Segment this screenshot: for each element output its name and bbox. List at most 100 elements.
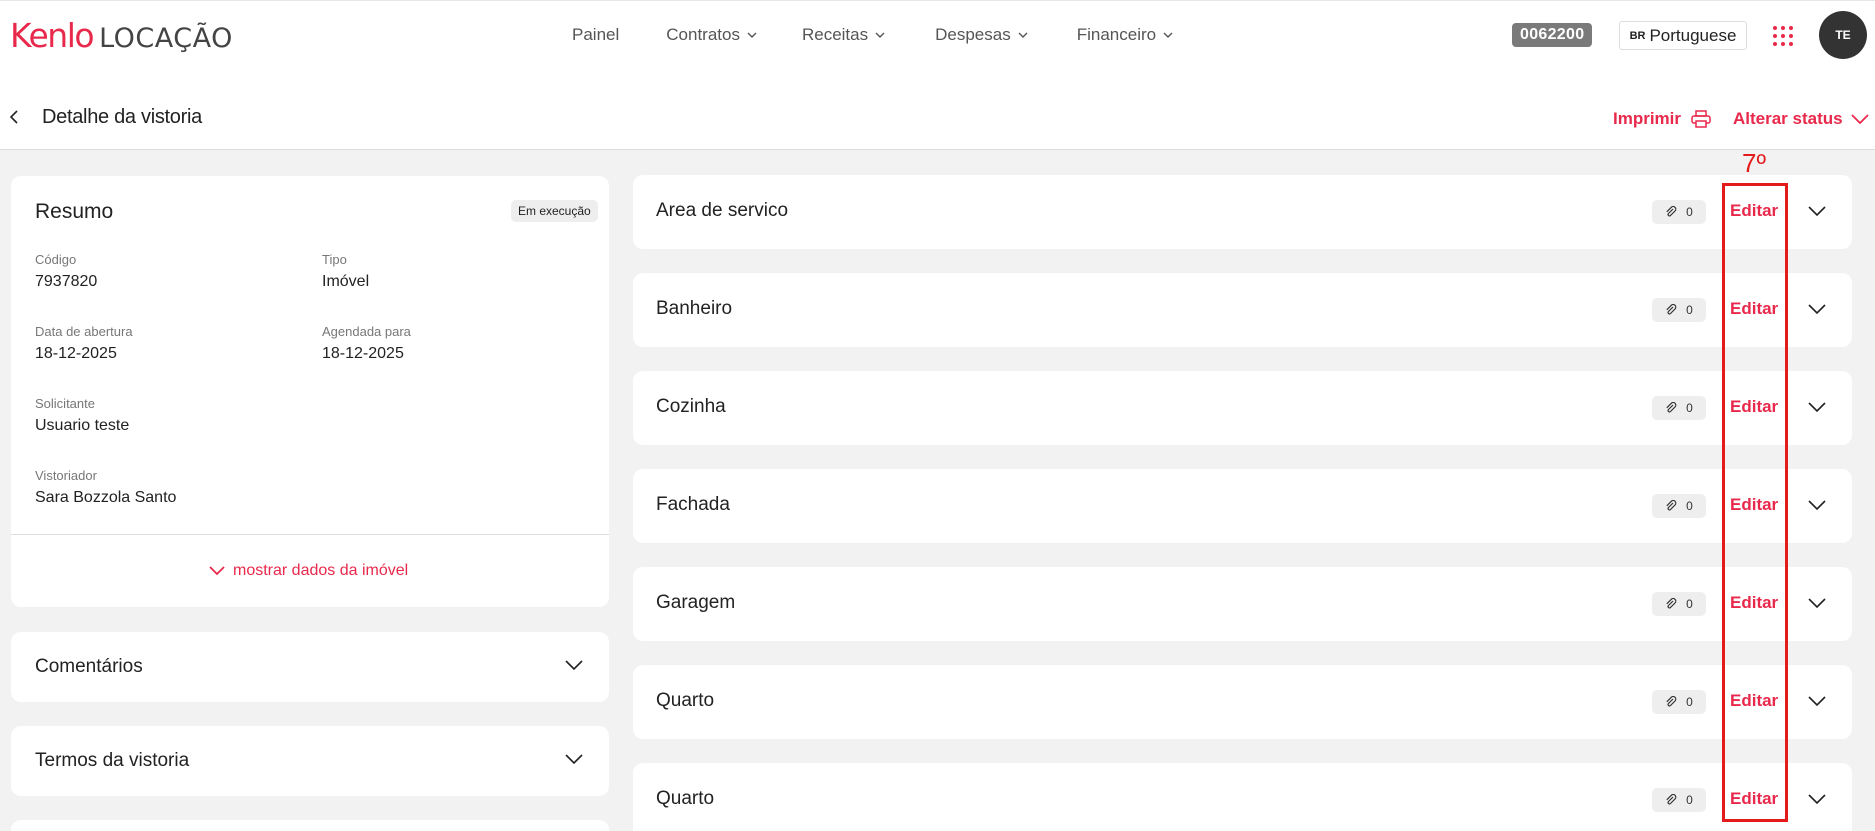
chevron-down-icon — [209, 566, 225, 576]
divider — [11, 534, 609, 535]
paperclip-icon — [1666, 696, 1677, 707]
field-label: Data de abertura — [35, 324, 133, 339]
paperclip-icon — [1666, 598, 1677, 609]
field-value: Sara Bozzola Santo — [35, 489, 177, 506]
field-value: Usuario teste — [35, 417, 130, 434]
room-name: Quarto — [656, 788, 715, 809]
status-badge: Em execução — [511, 200, 598, 222]
nav-label: Receitas — [801, 25, 869, 44]
apps-grid-icon[interactable] — [1773, 26, 1793, 46]
comments-accordion[interactable]: Comentários — [11, 632, 609, 702]
chevron-down-icon — [1018, 32, 1028, 38]
logo-brand: Kenlo — [10, 16, 95, 55]
nav-item-contratos[interactable]: Contratos — [666, 25, 757, 45]
language-label: Portuguese — [1649, 25, 1737, 45]
field-value: 18-12-2025 — [35, 345, 117, 362]
room-name: Area de servico — [656, 200, 789, 221]
field-label: Solicitante — [35, 396, 95, 411]
annotation-highlight-box — [1722, 183, 1788, 822]
chevron-down-icon — [565, 754, 583, 765]
print-button[interactable]: Imprimir — [1613, 109, 1711, 129]
room-card: Quarto 0 Editar — [633, 665, 1852, 739]
language-selector[interactable]: BR Portuguese — [1619, 21, 1747, 50]
nav-label: Contratos — [666, 25, 740, 44]
field-value: Imóvel — [322, 273, 370, 290]
print-label: Imprimir — [1613, 109, 1682, 128]
terms-accordion[interactable]: Termos da vistoria — [11, 726, 609, 796]
logo-product: LOCAÇÃO — [99, 23, 233, 54]
attachment-count[interactable]: 0 — [1652, 298, 1706, 322]
room-card: Fachada 0 Editar — [633, 469, 1852, 543]
attachment-count[interactable]: 0 — [1652, 592, 1706, 616]
main-nav: Painel Contratos Receitas Despesas Finan… — [572, 25, 1173, 45]
field-label: Tipo — [322, 252, 347, 267]
paperclip-icon — [1666, 402, 1677, 413]
attachment-count-value: 0 — [1686, 597, 1693, 611]
room-name: Garagem — [656, 592, 736, 613]
accordion-partial — [11, 820, 609, 831]
flag-icon: BR — [1629, 29, 1646, 42]
user-avatar[interactable]: TE — [1819, 11, 1867, 59]
paperclip-icon — [1666, 500, 1677, 511]
back-arrow-icon[interactable] — [8, 110, 22, 124]
room-name: Quarto — [656, 690, 715, 711]
chevron-down-icon[interactable] — [1808, 206, 1826, 217]
nav-item-despesas[interactable]: Despesas — [935, 25, 1028, 45]
kenlo-logo[interactable]: Kenlo LOCAÇÃO — [10, 16, 233, 55]
printer-icon — [1691, 110, 1711, 128]
attachment-count-value: 0 — [1686, 401, 1693, 415]
room-card: Banheiro 0 Editar — [633, 273, 1852, 347]
chevron-down-icon — [1850, 114, 1869, 125]
paperclip-icon — [1666, 206, 1677, 217]
show-more-label: mostrar dados da imóvel — [233, 562, 409, 579]
room-name: Cozinha — [656, 396, 726, 417]
chevron-down-icon — [875, 32, 885, 38]
room-card: Quarto 0 Editar — [633, 763, 1852, 831]
attachment-count-value: 0 — [1686, 793, 1693, 807]
chevron-down-icon[interactable] — [1808, 304, 1826, 315]
attachment-count-value: 0 — [1686, 695, 1693, 709]
nav-label: Painel — [572, 25, 620, 44]
room-name: Banheiro — [656, 298, 733, 319]
chevron-down-icon[interactable] — [1808, 598, 1826, 609]
field-label: Código — [35, 252, 77, 267]
nav-label: Despesas — [935, 25, 1011, 44]
room-card: Garagem 0 Editar — [633, 567, 1852, 641]
nav-item-receitas[interactable]: Receitas — [802, 25, 885, 45]
nav-item-painel[interactable]: Painel — [572, 25, 619, 45]
attachment-count[interactable]: 0 — [1652, 494, 1706, 518]
top-navigation-bar: Kenlo LOCAÇÃO Painel Contratos Receitas … — [0, 0, 1875, 68]
chevron-down-icon — [565, 660, 583, 671]
field-label: Agendada para — [322, 324, 411, 339]
chevron-down-icon[interactable] — [1808, 402, 1826, 413]
annotation-step-number: 7º — [1742, 148, 1766, 178]
attachment-count[interactable]: 0 — [1652, 396, 1706, 420]
room-card: Area de servico 0 Editar — [633, 175, 1852, 249]
attachment-count[interactable]: 0 — [1652, 788, 1706, 812]
attachment-count[interactable]: 0 — [1652, 690, 1706, 714]
accordion-label: Comentários — [35, 656, 143, 677]
nav-item-financeiro[interactable]: Financeiro — [1077, 25, 1173, 45]
accordion-label: Termos da vistoria — [35, 750, 190, 771]
attachment-count-value: 0 — [1686, 205, 1693, 219]
page-header: Detalhe da vistoria Imprimir Alterar sta… — [0, 68, 1875, 150]
attachment-count-value: 0 — [1686, 303, 1693, 317]
chevron-down-icon — [747, 32, 757, 38]
nav-label: Financeiro — [1076, 25, 1157, 44]
chevron-down-icon[interactable] — [1808, 794, 1826, 805]
field-value: 7937820 — [35, 273, 98, 290]
chevron-down-icon[interactable] — [1808, 696, 1826, 707]
page-title: Detalhe da vistoria — [42, 106, 202, 128]
chevron-down-icon — [1163, 32, 1173, 38]
attachment-count[interactable]: 0 — [1652, 200, 1706, 224]
status-label: Alterar status — [1733, 109, 1843, 128]
change-status-button[interactable]: Alterar status — [1733, 109, 1869, 129]
field-value: 18-12-2025 — [322, 345, 404, 362]
account-code-badge: 0062200 — [1512, 23, 1593, 47]
show-property-data-link[interactable]: mostrar dados da imóvel — [209, 562, 408, 580]
chevron-down-icon[interactable] — [1808, 500, 1826, 511]
paperclip-icon — [1666, 794, 1677, 805]
field-label: Vistoriador — [35, 468, 97, 483]
summary-card: Resumo Em execução Código 7937820 Tipo I… — [11, 176, 609, 607]
room-card: Cozinha 0 Editar — [633, 371, 1852, 445]
